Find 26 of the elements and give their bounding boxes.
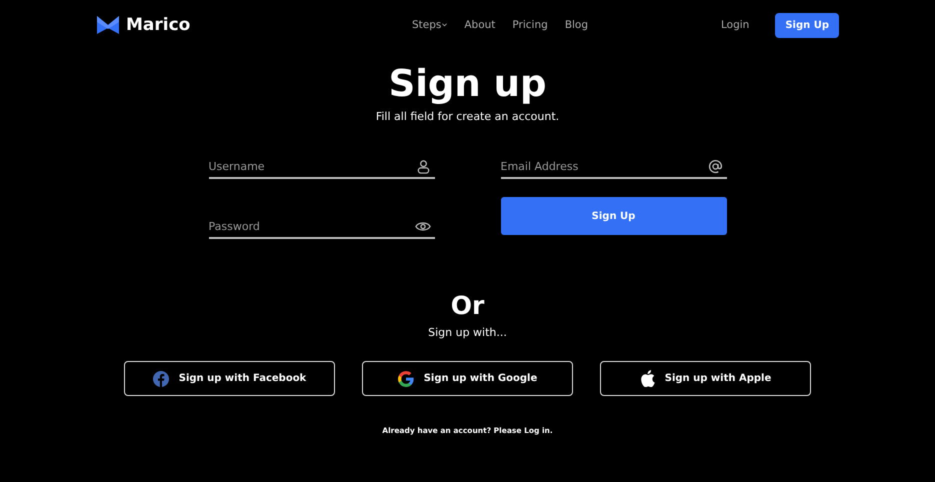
input-field[interactable]: Email Address	[500, 160, 680, 172]
nav-link[interactable]: About	[464, 19, 496, 31]
input-field[interactable]: Username	[208, 160, 388, 172]
signup-submit-button[interactable]: Sign Up	[500, 197, 726, 235]
caret-icon	[442, 23, 448, 27]
at-icon	[708, 158, 722, 174]
social-signup-button[interactable]: Sign up with Google	[362, 361, 573, 396]
nav-link[interactable]: Steps	[412, 19, 448, 31]
brand-name[interactable]: Marico	[126, 15, 190, 35]
or-divider-text: Or	[450, 291, 484, 320]
page-subtitle: Fill all field for create an account.	[376, 110, 560, 123]
social-heading: Sign up with...	[428, 326, 507, 339]
login-link[interactable]: Login	[721, 19, 750, 31]
nav-link[interactable]: Pricing	[512, 19, 548, 31]
eye-icon[interactable]	[414, 220, 430, 232]
google-icon	[398, 370, 414, 386]
nav-link[interactable]: Blog	[564, 19, 588, 31]
user-icon	[416, 158, 430, 174]
social-signup-button[interactable]: Sign up with Facebook	[124, 361, 335, 396]
apple-icon	[640, 370, 655, 387]
logo-icon	[97, 16, 119, 34]
page-title: Sign up	[388, 62, 546, 106]
input-field[interactable]: Password	[208, 220, 388, 232]
signup-button[interactable]: Sign Up	[775, 12, 839, 38]
social-signup-button[interactable]: Sign up with Apple	[600, 361, 811, 396]
facebook-icon	[152, 370, 169, 386]
